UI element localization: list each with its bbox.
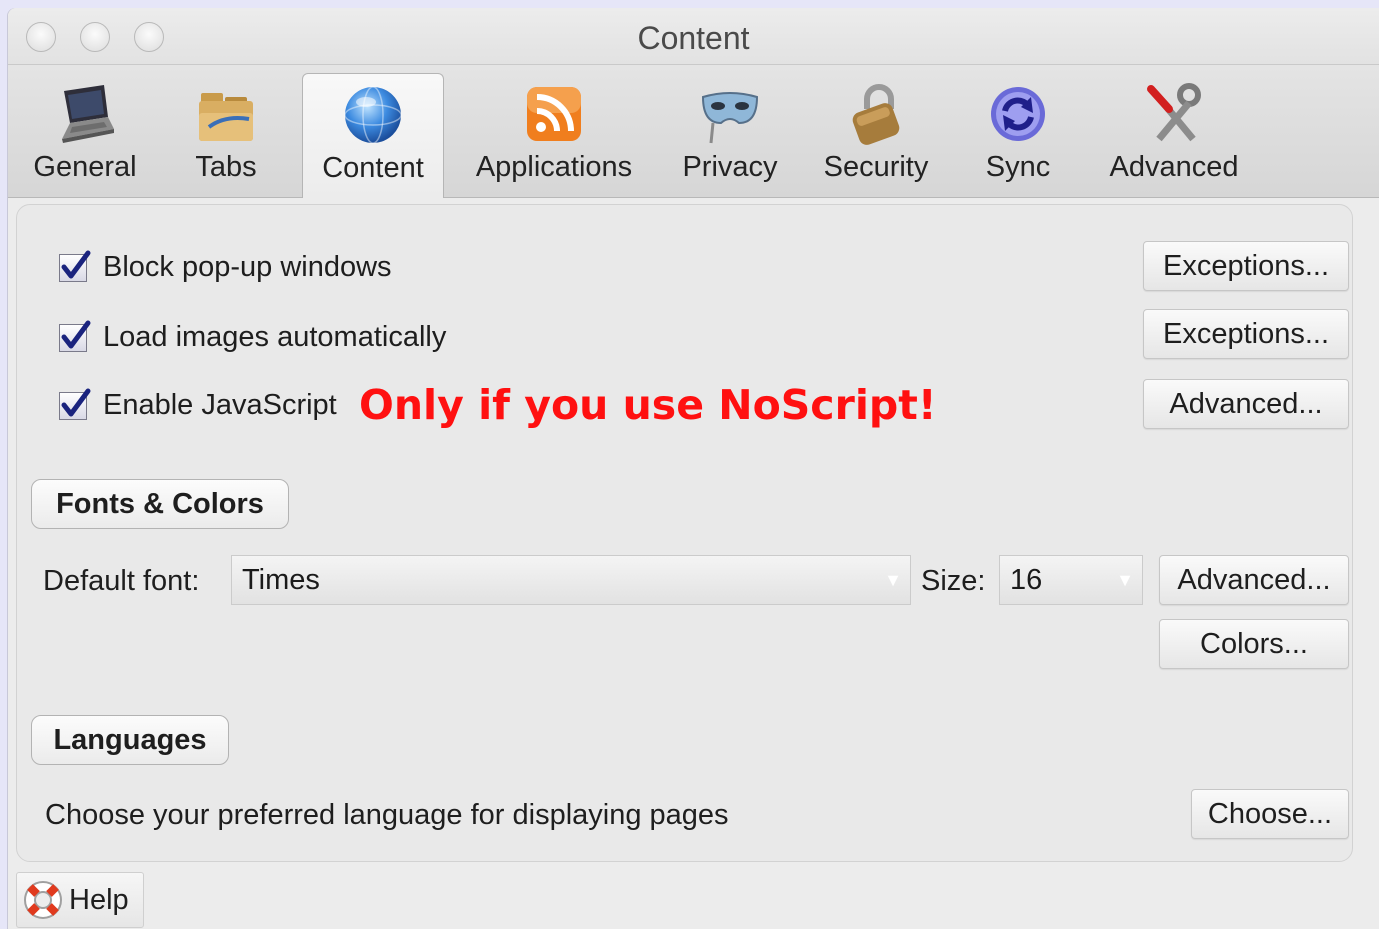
window-title: Content bbox=[637, 20, 750, 56]
help-button[interactable]: Help bbox=[16, 872, 144, 928]
tab-security[interactable]: Security bbox=[816, 77, 936, 195]
tab-general-label: General bbox=[33, 151, 137, 183]
tab-tabs[interactable]: Tabs bbox=[184, 77, 268, 195]
help-label: Help bbox=[69, 883, 129, 916]
tab-sync-label: Sync bbox=[985, 151, 1051, 183]
tab-tabs-label: Tabs bbox=[195, 151, 257, 183]
load-images-checkbox[interactable] bbox=[59, 320, 91, 352]
globe-icon bbox=[344, 86, 402, 144]
tab-privacy-label: Privacy bbox=[682, 151, 778, 183]
languages-section-header[interactable]: Languages bbox=[31, 715, 229, 765]
laptop-icon bbox=[62, 85, 114, 143]
colors-button[interactable]: Colors... bbox=[1159, 619, 1349, 669]
block-popups-checkbox[interactable] bbox=[59, 250, 91, 282]
rss-feed-icon bbox=[527, 87, 581, 141]
choose-languages-button[interactable]: Choose... bbox=[1191, 789, 1349, 839]
noscript-annotation: Only if you use NoScript! bbox=[359, 381, 937, 429]
tab-sync[interactable]: Sync bbox=[978, 77, 1058, 195]
chevron-down-icon: ▼ bbox=[1116, 569, 1134, 590]
enable-javascript-checkbox[interactable] bbox=[59, 388, 91, 420]
default-font-select[interactable]: Times ▼ bbox=[231, 555, 911, 605]
block-popups-row: Block pop-up windows bbox=[59, 250, 392, 284]
content-settings-pane: Block pop-up windows Exceptions... Load … bbox=[16, 204, 1353, 862]
block-popups-label: Block pop-up windows bbox=[103, 251, 392, 283]
font-size-select[interactable]: 16 ▼ bbox=[999, 555, 1143, 605]
enable-javascript-row: Enable JavaScript bbox=[59, 388, 337, 422]
languages-description: Choose your preferred language for displ… bbox=[45, 799, 729, 831]
tab-content-label: Content bbox=[322, 152, 424, 184]
tab-content[interactable]: Content bbox=[302, 73, 444, 198]
font-size-value: 16 bbox=[1010, 563, 1043, 596]
default-font-label: Default font: bbox=[43, 565, 200, 597]
padlock-icon bbox=[852, 84, 900, 145]
font-size-label: Size: bbox=[921, 565, 986, 597]
title-bar: Content bbox=[8, 8, 1379, 65]
checkmark-icon bbox=[61, 320, 91, 348]
fonts-advanced-button[interactable]: Advanced... bbox=[1159, 555, 1349, 605]
folder-tabs-icon bbox=[199, 93, 253, 141]
sync-arrows-icon bbox=[991, 87, 1045, 141]
checkmark-icon bbox=[61, 250, 91, 278]
fonts-colors-section-header[interactable]: Fonts & Colors bbox=[31, 479, 289, 529]
checkmark-icon bbox=[61, 388, 91, 416]
enable-javascript-label: Enable JavaScript bbox=[103, 389, 337, 421]
images-exceptions-button[interactable]: Exceptions... bbox=[1143, 309, 1349, 359]
javascript-advanced-button[interactable]: Advanced... bbox=[1143, 379, 1349, 429]
tools-icon bbox=[1147, 83, 1201, 142]
tab-advanced[interactable]: Advanced bbox=[1104, 77, 1244, 195]
load-images-row: Load images automatically bbox=[59, 320, 447, 354]
chevron-down-icon: ▼ bbox=[884, 569, 902, 590]
tab-general[interactable]: General bbox=[26, 77, 144, 195]
popup-exceptions-button[interactable]: Exceptions... bbox=[1143, 241, 1349, 291]
load-images-label: Load images automatically bbox=[103, 321, 447, 353]
default-font-value: Times bbox=[242, 563, 320, 596]
lifebuoy-icon bbox=[24, 881, 62, 919]
mask-icon bbox=[701, 92, 759, 144]
preferences-window: Content General Tabs Content Application… bbox=[8, 8, 1379, 929]
tab-privacy[interactable]: Privacy bbox=[678, 77, 782, 195]
preferences-toolbar: General Tabs Content Applications Privac… bbox=[8, 65, 1379, 198]
tab-applications-label: Applications bbox=[475, 151, 633, 183]
tab-applications[interactable]: Applications bbox=[464, 77, 644, 195]
tab-security-label: Security bbox=[823, 151, 929, 183]
tab-advanced-label: Advanced bbox=[1109, 151, 1239, 183]
